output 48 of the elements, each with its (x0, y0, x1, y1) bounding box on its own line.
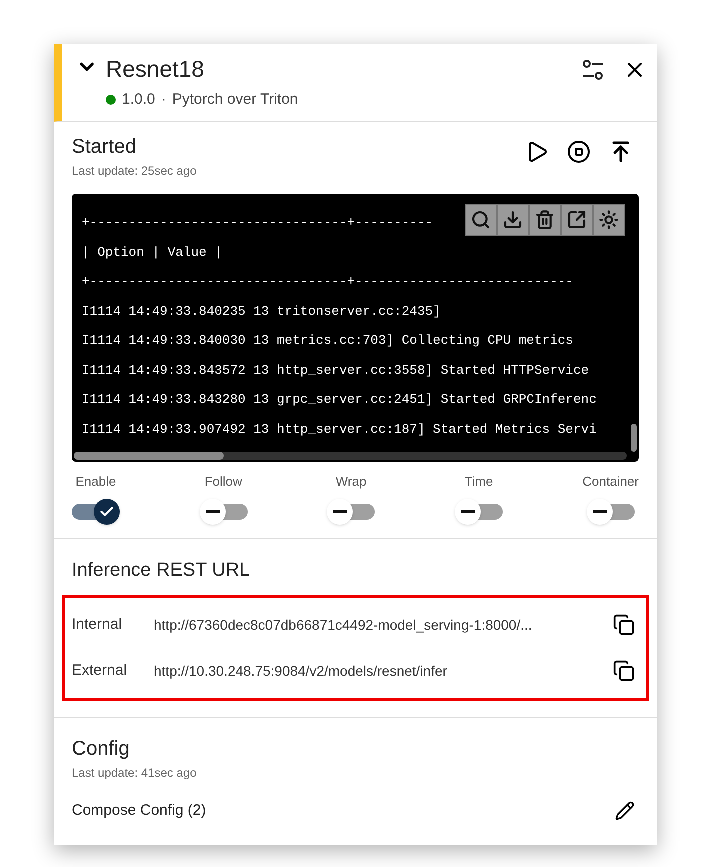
copy-icon[interactable] (613, 660, 635, 682)
toggle-label: Enable (76, 473, 116, 491)
trash-icon[interactable] (529, 204, 561, 236)
minus-icon (460, 510, 475, 513)
edit-pencil-icon[interactable] (615, 801, 635, 822)
download-icon[interactable] (497, 204, 529, 236)
minus-icon (333, 510, 348, 513)
log-line: +---------------------------------+---------------------------- (82, 273, 574, 291)
model-framework: Pytorch over Triton (172, 90, 298, 110)
url-label: External (72, 660, 128, 681)
minus-icon (206, 510, 220, 513)
toggle-switch[interactable] (327, 498, 376, 526)
search-icon[interactable] (465, 204, 497, 236)
external-link-icon[interactable] (561, 204, 593, 236)
last-update-text: Last update: 41sec ago (72, 765, 198, 782)
settings-sliders-icon[interactable] (581, 58, 605, 82)
log-line: I1114 14:49:33.840030 13 metrics.cc:703] Collecting CPU metrics (82, 332, 574, 350)
minus-icon (592, 510, 607, 513)
toggle-switch[interactable] (200, 498, 248, 526)
toggle-label: Follow (204, 473, 242, 491)
url-text: http://10.30.248.75:9084/v2/models/resnet/infer (154, 662, 448, 681)
last-update-text: Last update: 25sec ago (72, 163, 198, 180)
log-line: +---------------------------------+---------- (82, 214, 434, 232)
horizontal-scrollbar[interactable] (74, 452, 627, 460)
url-label: Internal (72, 614, 124, 635)
model-version: 1.0.0 (122, 90, 156, 110)
toggle-switch[interactable] (454, 498, 503, 526)
section-title: Config (72, 737, 131, 762)
log-line: I1114 14:49:33.907492 13 http_server.cc:187] Started Metrics Servi (82, 420, 597, 438)
separator-dot: · (161, 90, 166, 110)
toggle-label: Wrap (336, 473, 367, 491)
toggle-label: Time (464, 473, 494, 491)
toggle-switch[interactable] (586, 498, 635, 526)
section-title: Inference REST URL (71, 558, 252, 582)
stop-circle-icon[interactable] (567, 140, 591, 164)
sun-icon[interactable] (593, 204, 625, 236)
log-line: I1114 14:49:33.840235 13 tritonserver.cc:2435] (82, 302, 441, 320)
log-line: | Option | Value | (82, 244, 222, 262)
log-line: I1114 14:49:33.843572 13 http_server.cc:3558] Started HTTPService (82, 362, 590, 380)
vertical-scrollbar[interactable] (631, 424, 637, 452)
config-item[interactable]: Compose Config (2) (72, 800, 615, 822)
log-line: I1114 14:49:33.843280 13 grpc_server.cc:2451] Started GRPCInferenc (82, 391, 597, 409)
toggle-switch[interactable] (72, 498, 120, 526)
status-title: Started (72, 135, 138, 160)
url-text: http://67360dec8c07db66871c4492-model_serving-1:8000/... (154, 616, 534, 635)
model-title: Resnet18 (106, 55, 206, 84)
copy-icon[interactable] (613, 614, 635, 636)
toggle-label: Container (582, 473, 639, 491)
